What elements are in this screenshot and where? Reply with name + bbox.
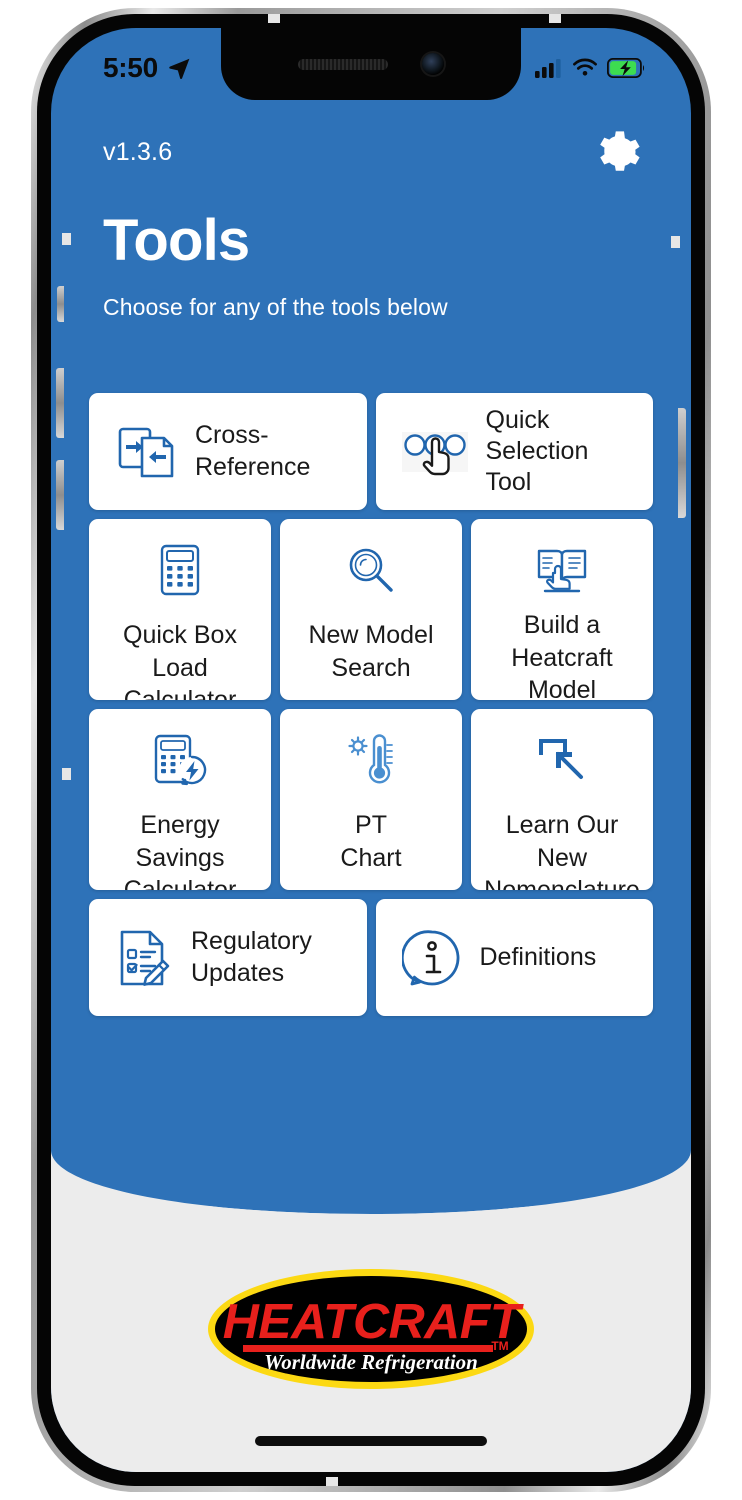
thermometer-gear-icon — [343, 731, 399, 789]
heatcraft-logo-wrap: HEATCRAFT TM Worldwide Refrigeration — [51, 1266, 691, 1392]
antenna-band — [549, 14, 561, 23]
status-bar: 5:50 — [51, 28, 691, 100]
tool-card-regulatory-updates[interactable]: Regulatory Updates — [89, 899, 367, 1016]
quick-selection-icon — [401, 426, 468, 478]
phone-body: 5:50 v1.3.6 Tools Choose for any of the … — [37, 14, 705, 1486]
battery-charging-icon — [607, 58, 645, 78]
silent-switch[interactable] — [57, 286, 64, 322]
tool-card-cross-reference[interactable]: Cross- Reference — [89, 393, 367, 510]
tool-label: Definitions — [479, 942, 597, 971]
wifi-icon — [573, 58, 597, 76]
antenna-band — [62, 233, 71, 245]
footer-wave-divider — [51, 1142, 691, 1214]
book-hand-icon — [533, 541, 591, 599]
tools-grid: Cross- Reference Quick Selection Tool Qu… — [89, 393, 653, 1016]
phone-frame: 5:50 v1.3.6 Tools Choose for any of the … — [31, 8, 711, 1492]
tool-label: Quick Box Load Calculator — [123, 621, 237, 700]
tool-card-definitions[interactable]: Definitions — [375, 899, 653, 1016]
app-version-label: v1.3.6 — [103, 138, 173, 166]
tool-row: Regulatory Updates Definitions — [89, 899, 653, 1016]
tool-card-energy-savings-calculator[interactable]: Energy Savings Calculator — [89, 709, 271, 890]
tool-row: Energy Savings Calculator PT Chart Learn… — [89, 709, 653, 890]
heatcraft-logo: HEATCRAFT TM Worldwide Refrigeration — [208, 1269, 534, 1389]
tool-card-quick-selection-tool[interactable]: Quick Selection Tool — [375, 393, 653, 510]
app-header: v1.3.6 Tools Choose for any of the tools… — [51, 102, 691, 321]
antenna-band — [326, 1477, 338, 1486]
volume-down-button[interactable] — [56, 460, 64, 530]
tool-card-build-a-heatcraft-model[interactable]: Build a Heatcraft Model — [471, 519, 653, 700]
settings-button[interactable] — [587, 124, 645, 182]
logo-tagline-text: Worldwide Refrigeration — [264, 1350, 478, 1374]
logo-trademark-text: TM — [491, 1339, 508, 1353]
calculator-icon — [156, 541, 204, 599]
tool-card-quick-box-load-calculator[interactable]: Quick Box Load Calculator — [89, 519, 271, 700]
status-time: 5:50 — [103, 52, 158, 83]
tool-card-learn-our-new-nomenclature[interactable]: Learn Our New Nomenclature — [471, 709, 653, 890]
cross-reference-icon — [115, 424, 177, 480]
status-bar-right — [535, 58, 645, 78]
tool-label: Cross- Reference — [195, 421, 311, 481]
tool-row: Quick Box Load Calculator New Model Search — [89, 519, 653, 700]
antenna-band — [268, 14, 280, 23]
page-title: Tools — [103, 208, 250, 273]
tool-label: Build a Heatcraft Model — [511, 611, 613, 700]
antenna-band — [671, 236, 680, 248]
calculator-bolt-icon — [151, 731, 209, 789]
antenna-band — [62, 768, 71, 780]
tool-label: Learn Our New Nomenclature — [484, 811, 640, 890]
footer-area: HEATCRAFT TM Worldwide Refrigeration — [51, 1142, 691, 1472]
tool-card-new-model-search[interactable]: New Model Search — [280, 519, 462, 700]
arrow-corner-icon — [535, 731, 589, 789]
header-top-row: v1.3.6 — [103, 124, 645, 182]
power-button[interactable] — [678, 408, 686, 518]
cellular-signal-icon — [535, 59, 561, 78]
tool-card-pt-chart[interactable]: PT Chart — [280, 709, 462, 890]
info-bubble-icon — [401, 928, 462, 988]
tool-label: Energy Savings Calculator — [123, 811, 237, 890]
tool-label: Regulatory Updates — [191, 927, 312, 987]
home-indicator[interactable] — [255, 1436, 487, 1446]
page-subtitle: Choose for any of the tools below — [103, 294, 448, 320]
logo-brand-text: HEATCRAFT — [223, 1294, 524, 1348]
phone-screen: 5:50 v1.3.6 Tools Choose for any of the … — [51, 28, 691, 1472]
magnifier-icon — [344, 541, 398, 599]
tool-label: PT Chart — [340, 811, 402, 872]
tool-label: Quick Selection Tool — [485, 405, 589, 497]
location-arrow-icon — [169, 58, 190, 79]
volume-up-button[interactable] — [56, 368, 64, 438]
tool-label: New Model Search — [308, 621, 434, 682]
checklist-pencil-icon — [115, 927, 173, 989]
tool-row: Cross- Reference Quick Selection Tool — [89, 393, 653, 510]
status-bar-left: 5:50 — [103, 52, 192, 84]
gear-icon — [600, 131, 640, 171]
